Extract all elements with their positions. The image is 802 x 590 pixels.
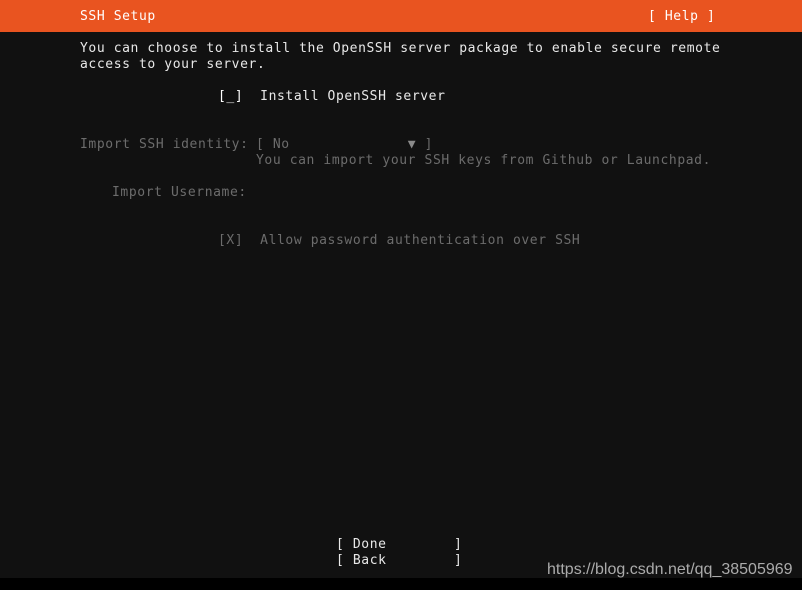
header-bar: SSH Setup [ Help ] xyxy=(0,0,802,32)
import-identity-value: No xyxy=(272,137,290,152)
footer-strip xyxy=(0,578,802,590)
allow-password-auth-checkbox[interactable]: [X] xyxy=(218,233,243,248)
intro-line-2: access to your server. xyxy=(80,57,266,72)
intro-paragraph: You can choose to install the OpenSSH se… xyxy=(80,41,720,73)
intro-line-1: You can choose to install the OpenSSH se… xyxy=(80,41,721,56)
allow-password-auth-spacer xyxy=(243,233,260,248)
import-identity-label: Import SSH identity: xyxy=(80,137,249,152)
import-identity-dropdown[interactable]: [ No ▼ ] xyxy=(256,137,433,153)
page-title: SSH Setup xyxy=(80,9,156,24)
import-username-label: Import Username: xyxy=(112,185,247,200)
help-button[interactable]: [ Help ] xyxy=(648,9,715,25)
install-openssh-checkbox[interactable]: [_] xyxy=(218,89,243,104)
allow-password-auth-row[interactable]: [X] Allow password authentication over S… xyxy=(218,233,580,249)
dropdown-bracket-close: ] xyxy=(424,137,434,152)
install-openssh-label xyxy=(243,89,260,104)
done-button[interactable]: [ Done ] xyxy=(336,537,462,553)
watermark-text: https://blog.csdn.net/qq_38505969 xyxy=(547,561,793,578)
back-button[interactable]: [ Back ] xyxy=(336,553,462,569)
install-openssh-row[interactable]: [_] Install OpenSSH server xyxy=(218,89,446,105)
dropdown-spacer-left xyxy=(264,137,272,152)
import-identity-hint: You can import your SSH keys from Github… xyxy=(256,153,712,168)
chevron-down-icon[interactable]: ▼ xyxy=(408,137,416,153)
installer-screen: SSH Setup [ Help ] You can choose to ins… xyxy=(0,0,802,590)
dropdown-spacer-fill xyxy=(290,137,408,152)
install-openssh-text: Install OpenSSH server xyxy=(260,89,446,104)
allow-password-auth-label: Allow password authentication over SSH xyxy=(260,233,581,248)
dropdown-spacer-right xyxy=(416,137,424,152)
